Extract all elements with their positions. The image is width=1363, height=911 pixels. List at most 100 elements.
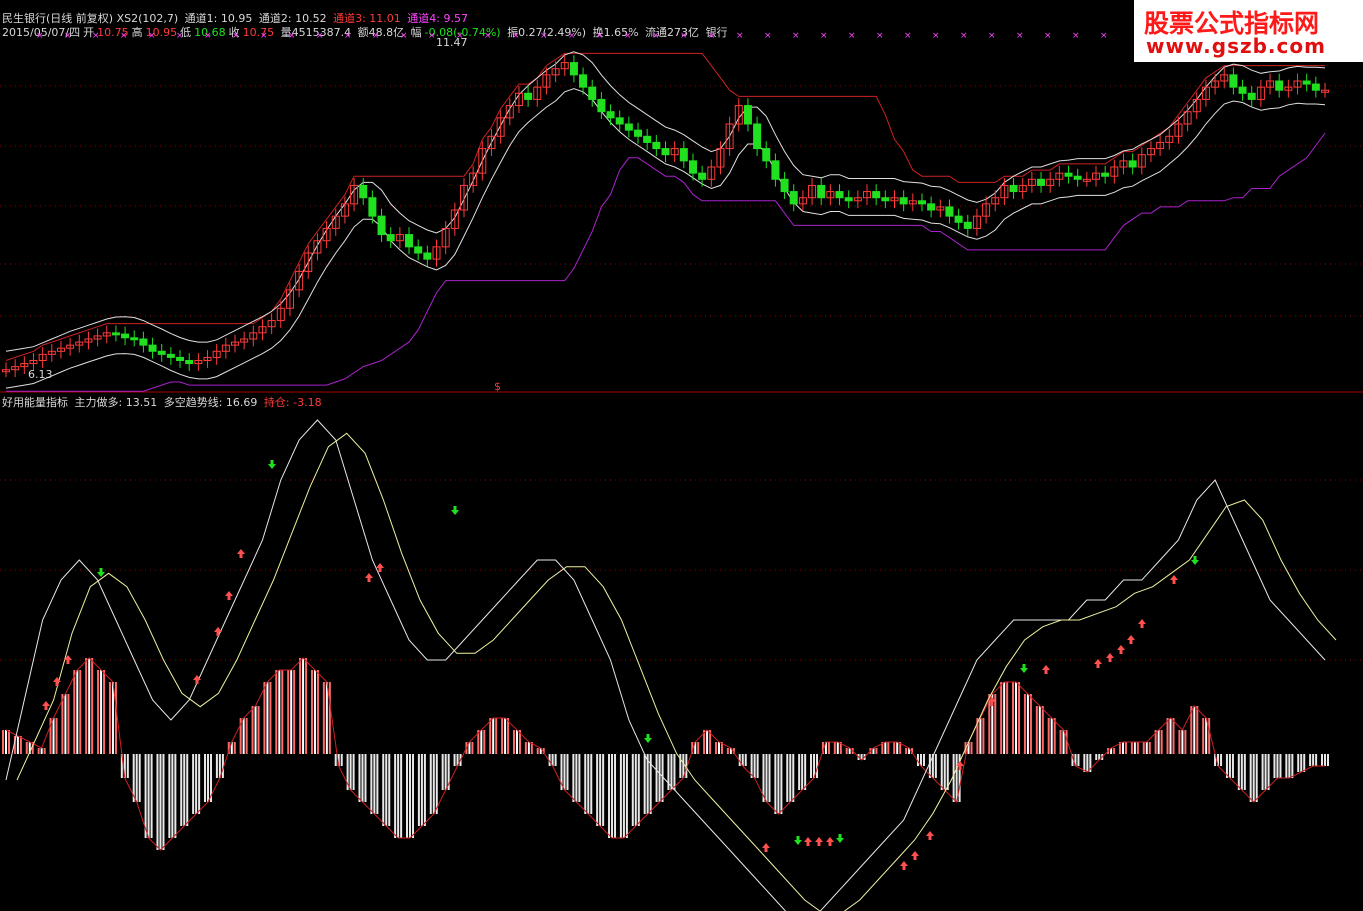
- candle-body: [771, 160, 780, 180]
- histogram-stripe: [364, 754, 367, 802]
- histogram-stripe: [444, 754, 447, 790]
- histogram-stripe: [471, 742, 474, 754]
- histogram-stripe: [1047, 718, 1050, 754]
- histogram-stripe: [114, 682, 117, 754]
- histogram-bar: [667, 754, 676, 790]
- candle-body: [872, 191, 881, 199]
- histogram-stripe: [1181, 730, 1184, 754]
- down-arrow-icon: [836, 834, 844, 843]
- histogram-stripe: [706, 730, 709, 754]
- histogram-stripe: [905, 748, 908, 754]
- up-arrow-icon: [214, 627, 222, 636]
- candle-body: [762, 148, 771, 162]
- histogram-bar: [1071, 754, 1080, 766]
- histogram-bar: [584, 754, 593, 814]
- histogram-stripe: [1136, 742, 1139, 754]
- histogram-stripe: [432, 754, 435, 814]
- signal-marker: ×: [624, 31, 632, 41]
- histogram-stripe: [150, 754, 153, 838]
- histogram-stripe: [765, 754, 768, 802]
- candle-body: [1247, 92, 1256, 100]
- histogram-stripe: [827, 742, 830, 754]
- histogram-bar: [180, 754, 189, 826]
- histogram-stripe: [195, 754, 198, 814]
- histogram-stripe: [1220, 754, 1223, 766]
- histogram-bar: [750, 754, 759, 778]
- histogram-bar: [548, 754, 557, 766]
- histogram-stripe: [1303, 754, 1306, 772]
- histogram-stripe: [753, 754, 756, 778]
- candle-body: [753, 123, 762, 150]
- histogram-bar: [2, 730, 10, 754]
- histogram-stripe: [780, 754, 783, 814]
- up-arrow-icon: [225, 591, 233, 600]
- signal-marker: ×: [904, 31, 912, 41]
- histogram-stripe: [1208, 718, 1211, 754]
- histogram-stripe: [126, 754, 129, 778]
- main-force-line: [5, 419, 1326, 911]
- histogram-stripe: [340, 754, 343, 766]
- histogram-bar: [1261, 754, 1270, 790]
- channel-mid-lower: [5, 88, 1326, 389]
- signal-marker: ×: [176, 31, 184, 41]
- histogram-stripe: [37, 748, 40, 754]
- histogram-stripe: [1291, 754, 1294, 778]
- histogram-stripe: [658, 754, 661, 802]
- histogram-stripe: [845, 748, 848, 754]
- histogram-stripe: [994, 694, 997, 754]
- histogram-stripe: [1145, 742, 1148, 754]
- histogram-bar: [1202, 718, 1211, 754]
- histogram-stripe: [578, 754, 581, 802]
- signal-marker: ×: [848, 31, 856, 41]
- candle-body: [780, 178, 789, 193]
- signal-marker: ×: [344, 31, 352, 41]
- histogram-bar: [1012, 682, 1021, 754]
- histogram-stripe: [79, 670, 82, 754]
- histogram-stripe: [168, 754, 171, 838]
- histogram-stripe: [287, 670, 290, 754]
- histogram-stripe: [786, 754, 789, 802]
- histogram-stripe: [789, 754, 792, 802]
- candle-body: [386, 234, 395, 242]
- histogram-stripe: [655, 754, 658, 802]
- histogram-stripe: [483, 730, 486, 754]
- histogram-stripe: [441, 754, 444, 790]
- signal-marker: ×: [708, 31, 716, 41]
- histogram-stripe: [584, 754, 587, 814]
- histogram-stripe: [1324, 754, 1326, 766]
- histogram-bar: [108, 682, 117, 754]
- candle-body: [643, 135, 652, 143]
- histogram-bar: [429, 754, 438, 814]
- histogram-stripe: [1130, 742, 1133, 754]
- histogram-stripe: [278, 670, 281, 754]
- histogram-stripe: [1273, 754, 1276, 778]
- histogram-stripe: [370, 754, 373, 814]
- histogram-stripe: [388, 754, 391, 826]
- histogram-stripe: [1228, 754, 1231, 778]
- histogram-bar: [691, 742, 700, 754]
- histogram-bar: [144, 754, 153, 838]
- signal-marker: ×: [764, 31, 772, 41]
- histogram-stripe: [1121, 742, 1124, 754]
- histogram-stripe: [1178, 730, 1181, 754]
- up-arrow-icon: [804, 837, 812, 846]
- signal-marker: ×: [960, 31, 968, 41]
- histogram-bar: [215, 754, 224, 778]
- histogram-stripe: [622, 754, 625, 838]
- histogram-stripe: [756, 754, 759, 778]
- histogram-stripe: [40, 748, 43, 754]
- candle-body: [844, 197, 853, 202]
- histogram-stripe: [25, 742, 28, 754]
- histogram-stripe: [108, 682, 111, 754]
- histogram-stripe: [100, 670, 103, 754]
- histogram-stripe: [1279, 754, 1282, 778]
- candlesticks: [2, 55, 1329, 378]
- histogram-stripe: [19, 736, 22, 754]
- histogram-stripe: [896, 742, 899, 754]
- candle-body: [917, 200, 926, 205]
- histogram-stripe: [263, 682, 266, 754]
- histogram-envelope: [5, 657, 1325, 851]
- channel-lower-line: [6, 132, 1326, 392]
- signal-marker: ×: [260, 31, 268, 41]
- histogram-stripe: [1015, 682, 1018, 754]
